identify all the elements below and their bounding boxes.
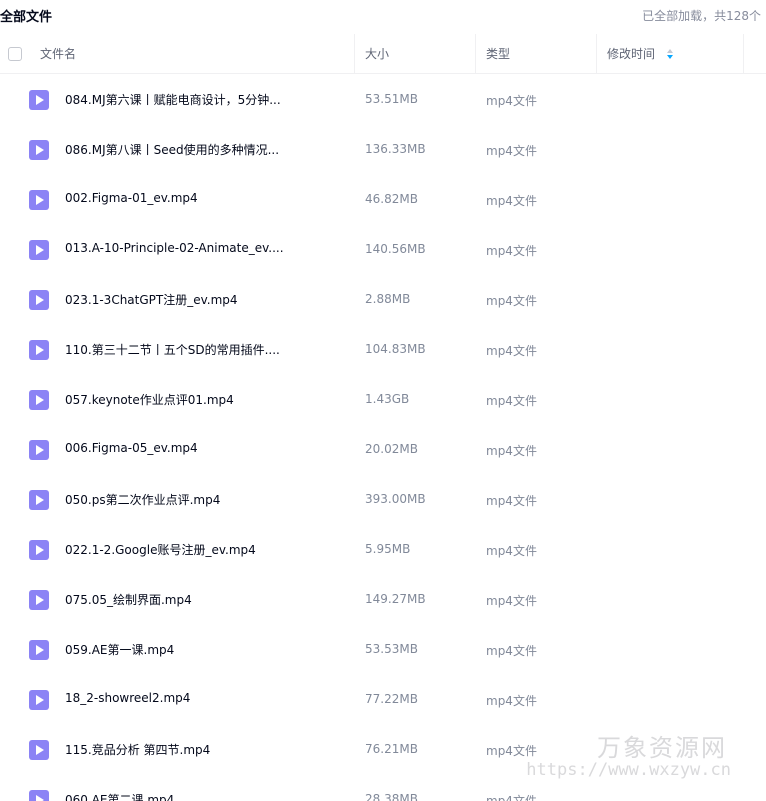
file-type: mp4文件 (486, 494, 537, 508)
video-file-icon (29, 290, 49, 310)
column-header-size[interactable]: 大小 (365, 34, 389, 74)
file-type: mp4文件 (486, 394, 537, 408)
file-size: 46.82MB (365, 192, 418, 206)
file-type: mp4文件 (486, 144, 537, 158)
page-title: 全部文件 (0, 10, 53, 25)
video-file-icon (29, 390, 49, 410)
table-row[interactable]: 115.竞品分析 第四节.mp4 76.21MB mp4文件 (0, 725, 766, 775)
file-type: mp4文件 (486, 694, 537, 708)
file-type: mp4文件 (486, 344, 537, 358)
file-name[interactable]: 006.Figma-05_ev.mp4 (65, 441, 198, 455)
file-name[interactable]: 18_2-showreel2.mp4 (65, 691, 190, 705)
file-type: mp4文件 (486, 244, 537, 258)
file-size: 77.22MB (365, 692, 418, 706)
video-file-icon (29, 640, 49, 660)
table-row[interactable]: 18_2-showreel2.mp4 77.22MB mp4文件 (0, 675, 766, 725)
file-name[interactable]: 060.AE第二课.mp4 (65, 791, 174, 801)
table-row[interactable]: 084.MJ第六课丨赋能电商设计，5分钟... 53.51MB mp4文件 (0, 75, 766, 125)
select-all-checkbox[interactable] (8, 47, 22, 61)
column-divider[interactable] (596, 34, 597, 74)
file-size: 53.53MB (365, 642, 418, 656)
file-size: 149.27MB (365, 592, 426, 606)
top-bar: 全部文件 已全部加载，共128个 (0, 0, 766, 30)
file-size: 104.83MB (365, 342, 426, 356)
sort-arrows-icon[interactable] (666, 48, 675, 61)
file-size: 28.38MB (365, 792, 418, 801)
file-size: 5.95MB (365, 542, 411, 556)
file-name[interactable]: 057.keynote作业点评01.mp4 (65, 391, 234, 408)
file-name[interactable]: 013.A-10-Principle-02-Animate_ev.... (65, 241, 284, 255)
file-type: mp4文件 (486, 794, 537, 801)
column-divider[interactable] (354, 34, 355, 74)
column-divider[interactable] (743, 34, 744, 74)
video-file-icon (29, 340, 49, 360)
video-file-icon (29, 790, 49, 801)
column-header-name[interactable]: 文件名 (40, 34, 76, 74)
file-size: 393.00MB (365, 492, 426, 506)
table-row[interactable]: 013.A-10-Principle-02-Animate_ev.... 140.… (0, 225, 766, 275)
video-file-icon (29, 540, 49, 560)
table-row[interactable]: 023.1-3ChatGPT注册_ev.mp4 2.88MB mp4文件 (0, 275, 766, 325)
file-name[interactable]: 002.Figma-01_ev.mp4 (65, 191, 198, 205)
file-size: 20.02MB (365, 442, 418, 456)
file-name[interactable]: 050.ps第二次作业点评.mp4 (65, 491, 220, 508)
file-type: mp4文件 (486, 594, 537, 608)
column-header-modified[interactable]: 修改时间 (607, 34, 675, 74)
file-size: 136.33MB (365, 142, 426, 156)
file-type: mp4文件 (486, 294, 537, 308)
column-header-type[interactable]: 类型 (486, 34, 510, 74)
file-size: 76.21MB (365, 742, 418, 756)
file-list-page: 全部文件 已全部加载，共128个 文件名 大小 类型 修改时间 084.MJ第六… (0, 0, 766, 801)
video-file-icon (29, 490, 49, 510)
file-type: mp4文件 (486, 94, 537, 108)
video-file-icon (29, 90, 49, 110)
file-type: mp4文件 (486, 444, 537, 458)
table-row[interactable]: 060.AE第二课.mp4 28.38MB mp4文件 (0, 775, 766, 801)
video-file-icon (29, 690, 49, 710)
file-size: 140.56MB (365, 242, 426, 256)
table-row[interactable]: 059.AE第一课.mp4 53.53MB mp4文件 (0, 625, 766, 675)
file-type: mp4文件 (486, 644, 537, 658)
file-name[interactable]: 022.1-2.Google账号注册_ev.mp4 (65, 541, 256, 558)
table-header: 文件名 大小 类型 修改时间 (0, 34, 766, 74)
file-name[interactable]: 110.第三十二节丨五个SD的常用插件.... (65, 341, 280, 358)
column-header-modified-label: 修改时间 (607, 47, 656, 61)
table-row[interactable]: 086.MJ第八课丨Seed使用的多种情况... 136.33MB mp4文件 (0, 125, 766, 175)
video-file-icon (29, 190, 49, 210)
video-file-icon (29, 590, 49, 610)
file-type: mp4文件 (486, 544, 537, 558)
file-name[interactable]: 086.MJ第八课丨Seed使用的多种情况... (65, 141, 279, 158)
video-file-icon (29, 740, 49, 760)
file-type: mp4文件 (486, 194, 537, 208)
video-file-icon (29, 240, 49, 260)
file-name[interactable]: 084.MJ第六课丨赋能电商设计，5分钟... (65, 91, 281, 108)
table-row[interactable]: 006.Figma-05_ev.mp4 20.02MB mp4文件 (0, 425, 766, 475)
file-name[interactable]: 023.1-3ChatGPT注册_ev.mp4 (65, 291, 238, 308)
table-row[interactable]: 002.Figma-01_ev.mp4 46.82MB mp4文件 (0, 175, 766, 225)
video-file-icon (29, 440, 49, 460)
file-name[interactable]: 059.AE第一课.mp4 (65, 641, 174, 658)
table-row[interactable]: 075.05_绘制界面.mp4 149.27MB mp4文件 (0, 575, 766, 625)
file-name[interactable]: 115.竞品分析 第四节.mp4 (65, 741, 210, 758)
file-list: 084.MJ第六课丨赋能电商设计，5分钟... 53.51MB mp4文件 086.M… (0, 75, 766, 801)
file-size: 2.88MB (365, 292, 411, 306)
file-size: 1.43GB (365, 392, 410, 406)
table-row[interactable]: 022.1-2.Google账号注册_ev.mp4 5.95MB mp4文件 (0, 525, 766, 575)
file-name[interactable]: 075.05_绘制界面.mp4 (65, 591, 192, 608)
table-row[interactable]: 057.keynote作业点评01.mp4 1.43GB mp4文件 (0, 375, 766, 425)
column-divider[interactable] (475, 34, 476, 74)
file-size: 53.51MB (365, 92, 418, 106)
table-row[interactable]: 110.第三十二节丨五个SD的常用插件.... 104.83MB mp4文件 (0, 325, 766, 375)
video-file-icon (29, 140, 49, 160)
file-type: mp4文件 (486, 744, 537, 758)
load-summary: 已全部加载，共128个 (642, 9, 761, 23)
table-row[interactable]: 050.ps第二次作业点评.mp4 393.00MB mp4文件 (0, 475, 766, 525)
